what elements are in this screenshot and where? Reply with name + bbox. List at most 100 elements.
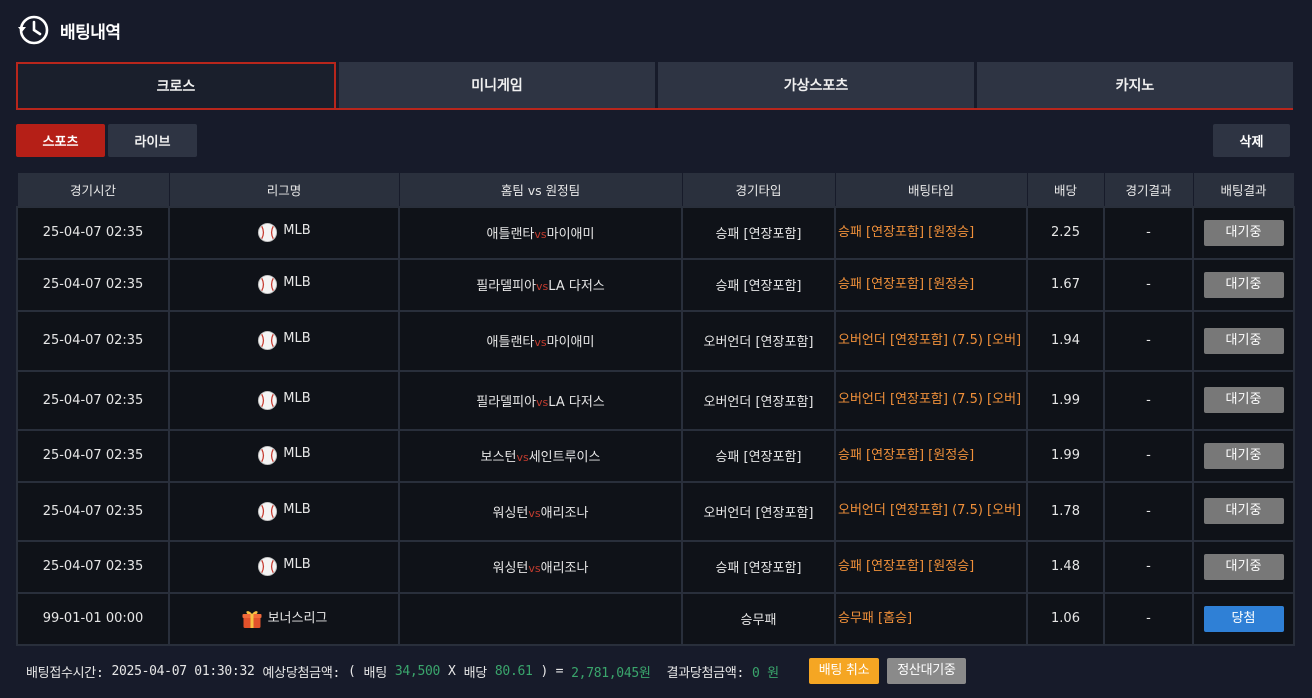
bet-amount-label: 배팅 [363, 665, 388, 681]
league-name: 보너스리그 [267, 611, 328, 626]
league-cell: MLB [168, 257, 400, 312]
bet-status-button[interactable]: 당첨 [1203, 605, 1284, 632]
game-result: - [1103, 591, 1194, 646]
column-header: 경기시간 [16, 172, 170, 207]
league-cell: MLB [168, 539, 400, 594]
sport-subtabs: 스포츠 라이브 [16, 124, 197, 157]
tab-virtual-sports[interactable]: 가상스포츠 [658, 62, 974, 108]
tab-minigame[interactable]: 미니게임 [339, 62, 655, 108]
game-type: 오버언더 [연장포함] [681, 309, 836, 372]
tab-cross[interactable]: 크로스 [16, 62, 336, 108]
column-header: 경기결과 [1103, 172, 1194, 207]
home-team: 워싱턴 [492, 561, 529, 576]
match-cell: 워싱턴vs애리조나 [398, 480, 683, 542]
home-team: 필라델피아 [476, 394, 537, 410]
odds: 1.99 [1026, 428, 1105, 483]
bet-type: 승패 [연장포함] [원정승] [834, 539, 1028, 594]
vs-label: vs [536, 280, 549, 293]
game-type: 승무패 [681, 591, 836, 646]
vs-label: vs [528, 562, 541, 575]
odds: 1.67 [1026, 257, 1105, 312]
bet-result-cell: 대기중 [1192, 257, 1295, 312]
odds: 1.99 [1026, 369, 1105, 431]
result-win-amount: 0 원 [752, 665, 779, 681]
tab-casino[interactable]: 카지노 [977, 62, 1293, 108]
game-type: 승패 [연장포함] [681, 428, 836, 483]
bet-status-button[interactable]: 대기중 [1203, 271, 1284, 298]
open-paren: ( [348, 663, 356, 679]
match-cell: 애틀랜타vs마이애미 [398, 309, 683, 372]
game-type: 오버언더 [연장포함] [681, 369, 836, 431]
game-time: 25-04-07 02:35 [16, 539, 170, 594]
total-odds-label: 배당 [463, 665, 488, 681]
vs-label: vs [534, 336, 547, 349]
game-time: 25-04-07 02:35 [16, 205, 170, 260]
odds: 1.06 [1026, 591, 1105, 646]
multiply-sign: X [448, 663, 456, 679]
subtab-live[interactable]: 라이브 [108, 124, 197, 157]
equals-sign: ) = [540, 663, 564, 679]
bet-status-button[interactable]: 대기중 [1203, 498, 1284, 524]
match-cell: 애틀랜타vs마이애미 [398, 205, 683, 260]
bet-type: 오버언더 [연장포함] (7.5) [오버] [834, 309, 1028, 372]
baseball-icon [258, 556, 278, 577]
home-team: 애틀랜타 [486, 227, 535, 242]
bet-status-button[interactable]: 대기중 [1203, 387, 1284, 413]
away-team: 애리조나 [540, 505, 589, 521]
league-name: MLB [283, 223, 311, 238]
bet-summary-footer: 배팅접수시간: 2025-04-07 01:30:32 예상당첨금액: ( 배팅… [26, 658, 966, 684]
table-row: 25-04-07 02:35 MLB 보스턴vs세인트루이스 승패 [연장포함] 승패 … [16, 428, 1295, 483]
column-header: 배팅결과 [1192, 172, 1295, 207]
column-header: 배당 [1026, 172, 1105, 207]
bet-status-button[interactable]: 대기중 [1203, 442, 1284, 469]
away-team: LA 다저스 [548, 279, 605, 294]
league-name: MLB [283, 331, 311, 346]
vs-label: vs [516, 451, 529, 464]
column-header: 홈팀 vs 원정팀 [398, 172, 683, 207]
bet-status-button[interactable]: 대기중 [1203, 553, 1284, 580]
baseball-icon [258, 501, 278, 521]
away-team: 세인트루이스 [528, 450, 601, 465]
game-result: - [1103, 539, 1194, 594]
odds: 2.25 [1026, 205, 1105, 260]
match-cell [398, 591, 683, 646]
odds: 1.48 [1026, 539, 1105, 594]
table-header-row: 경기시간 리그명 홈팀 vs 원정팀 경기타입 배팅타입 배당 경기결과 배팅결… [16, 172, 1295, 207]
home-team: 필라델피아 [476, 279, 537, 294]
bet-status-button[interactable]: 대기중 [1203, 219, 1284, 246]
odds: 1.78 [1026, 480, 1105, 542]
settlement-pending-button[interactable]: 정산대기중 [887, 658, 966, 684]
game-result: - [1103, 428, 1194, 483]
result-win-label: 결과당첨금액: [666, 665, 745, 681]
bet-status-button[interactable]: 대기중 [1203, 327, 1284, 354]
table-row: 25-04-07 02:35 MLB 워싱턴vs애리조나 승패 [연장포함] 승패 [연… [16, 539, 1295, 594]
page-header: 배팅내역 [16, 12, 121, 48]
delete-button[interactable]: 삭제 [1213, 124, 1290, 157]
league-cell: MLB [168, 428, 400, 483]
game-type: 승패 [연장포함] [681, 539, 836, 594]
cancel-bet-button[interactable]: 배팅 취소 [808, 658, 880, 684]
game-time: 25-04-07 02:35 [16, 257, 170, 312]
league-cell: MLB [168, 309, 400, 372]
game-result: - [1103, 309, 1194, 372]
league-cell: 보너스리그 [168, 591, 400, 646]
received-time-value: 2025-04-07 01:30:32 [111, 663, 255, 679]
game-result: - [1103, 257, 1194, 312]
received-time-label: 배팅접수시간: [26, 665, 104, 681]
league-name: MLB [283, 501, 311, 517]
vs-label: vs [528, 506, 541, 520]
match-cell: 필라델피아vsLA 다저스 [398, 257, 683, 312]
baseball-icon [258, 390, 278, 410]
away-team: LA 다저스 [548, 394, 605, 410]
odds: 1.94 [1026, 309, 1105, 372]
game-result: - [1103, 205, 1194, 260]
page-title: 배팅내역 [60, 22, 121, 43]
baseball-icon [258, 330, 278, 351]
category-tabs: 크로스 미니게임 가상스포츠 카지노 [16, 62, 1293, 110]
away-team: 마이애미 [546, 335, 595, 350]
baseball-icon [258, 274, 278, 295]
league-cell: MLB [168, 480, 400, 542]
subtab-sports[interactable]: 스포츠 [16, 124, 105, 157]
column-header: 경기타입 [681, 172, 836, 207]
league-cell: MLB [168, 369, 400, 431]
